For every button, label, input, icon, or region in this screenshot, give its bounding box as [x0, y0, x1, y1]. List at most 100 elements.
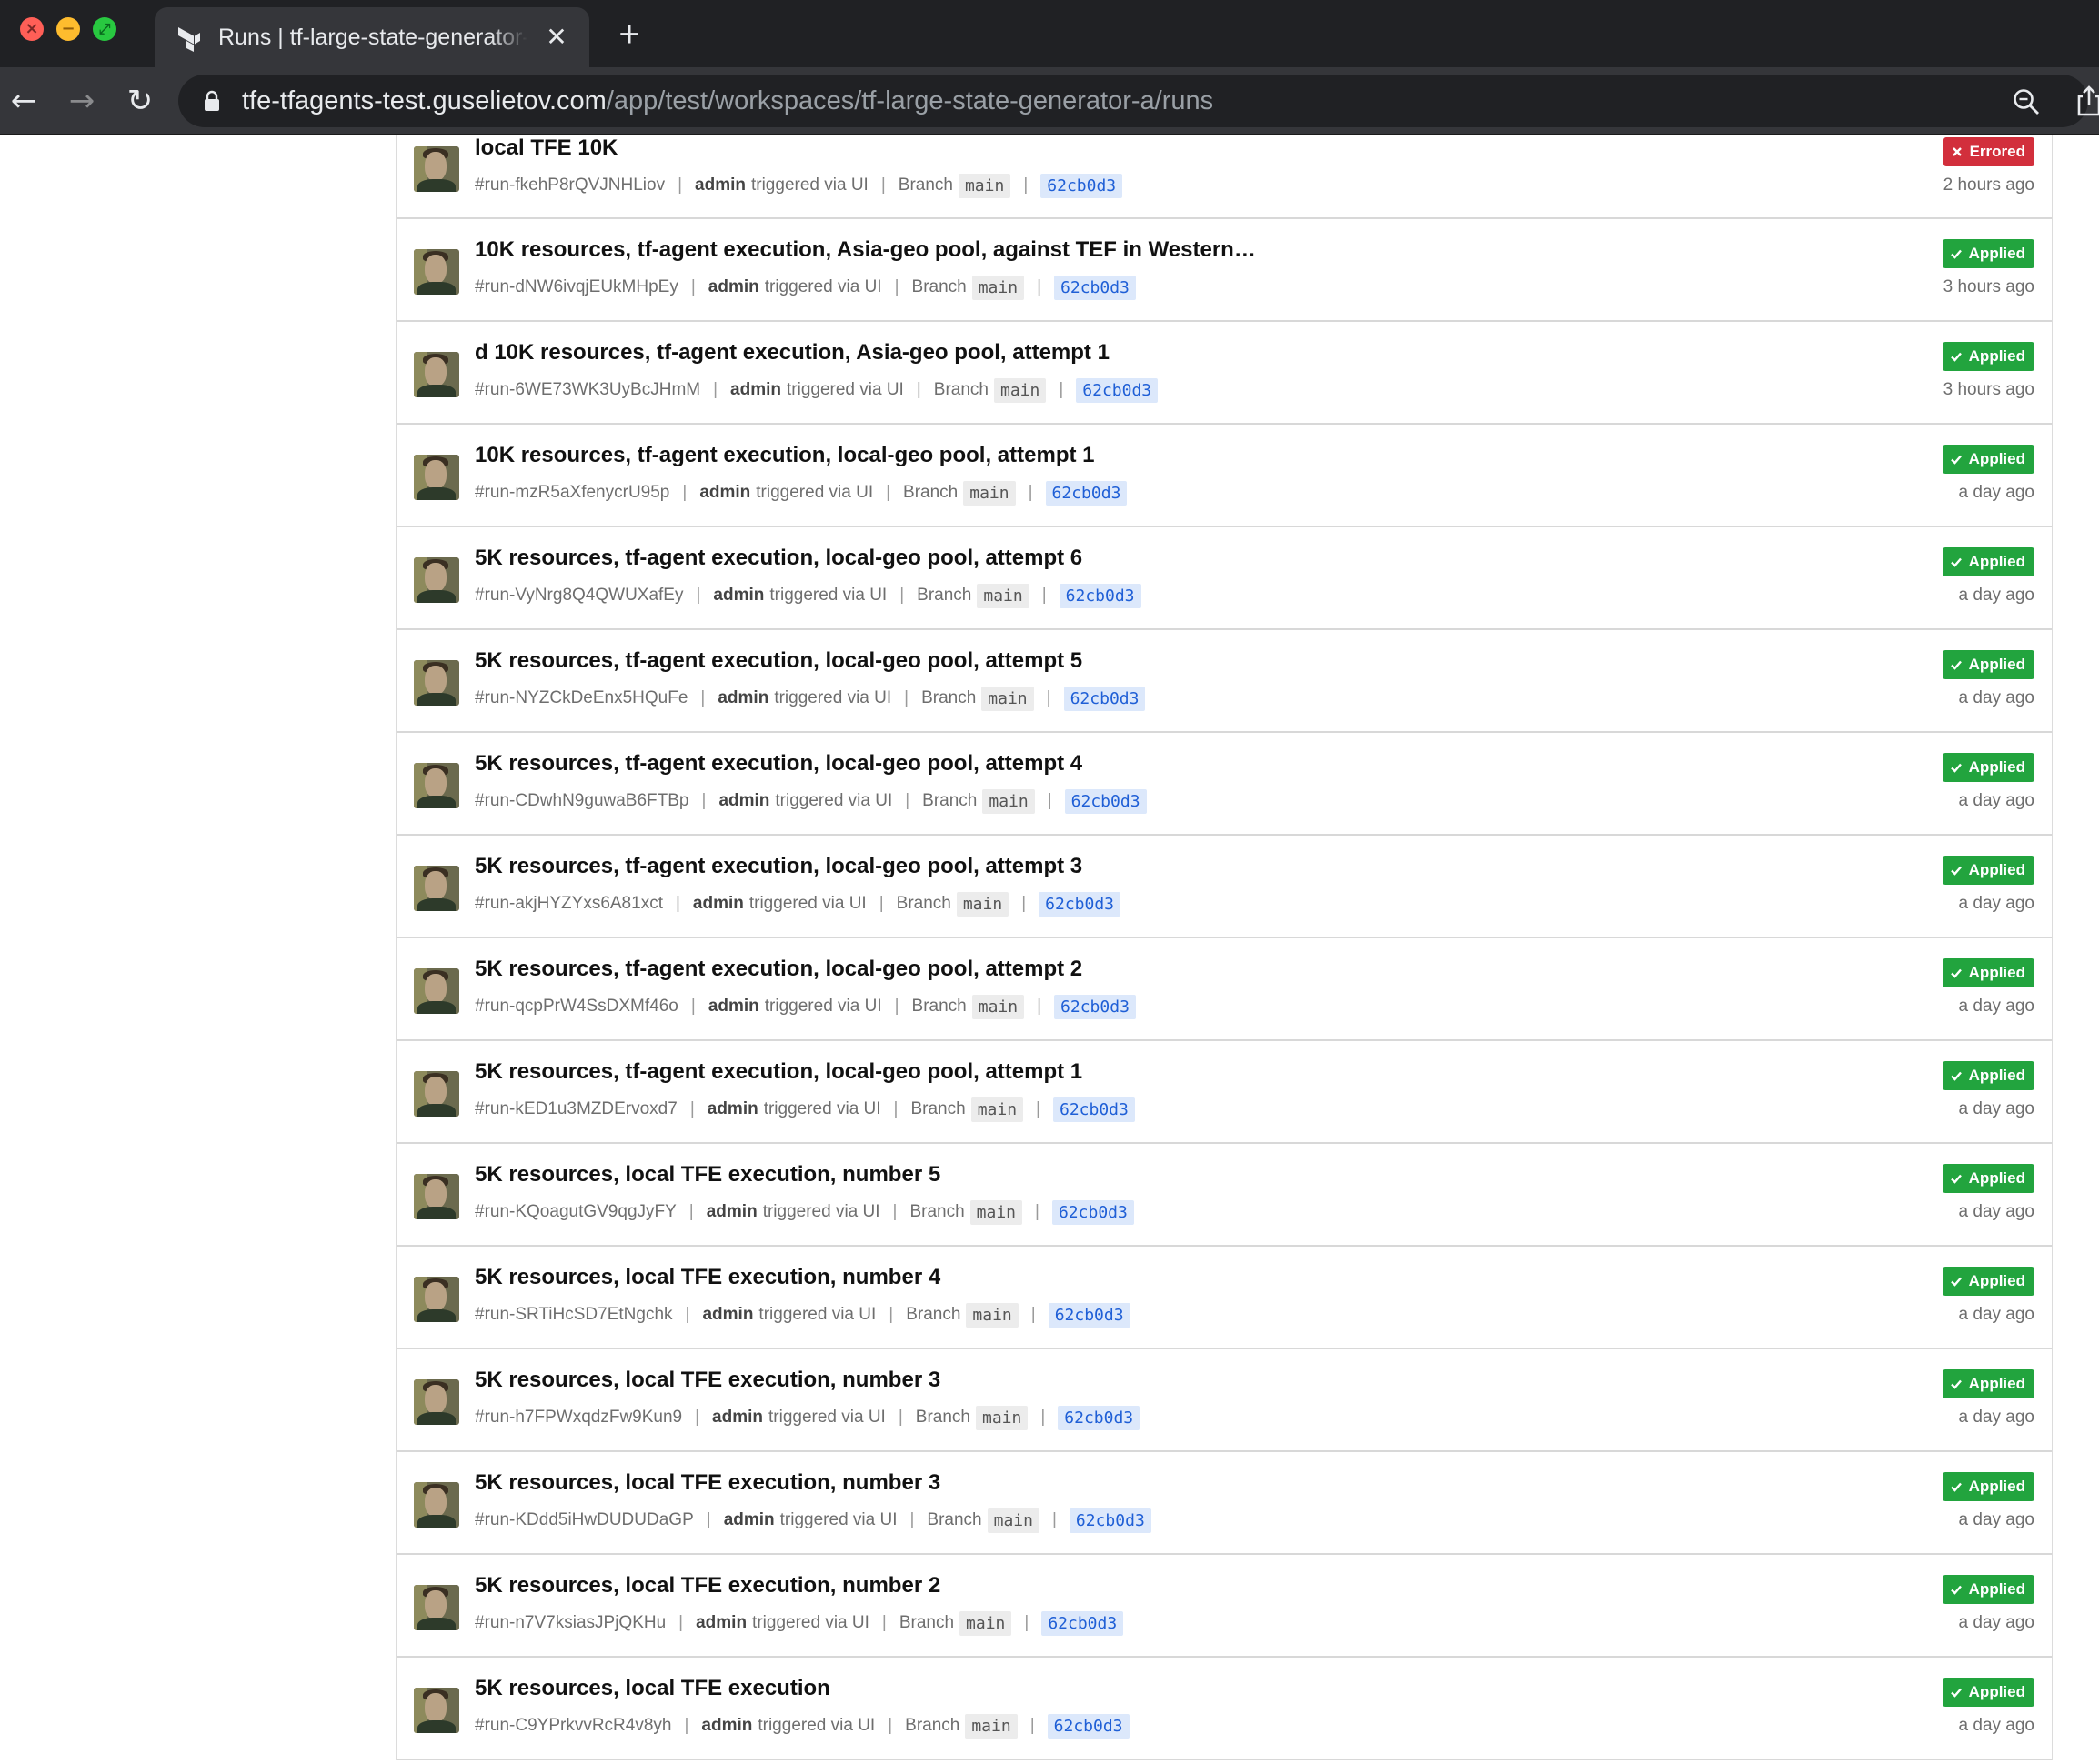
- run-meta: #run-NYZCkDeEnx5HQuFe | admin triggered …: [475, 685, 1146, 712]
- run-title[interactable]: 5K resources, local TFE execution, numbe…: [475, 1263, 940, 1292]
- run-id[interactable]: #run-fkehP8rQVJNHLiov: [475, 175, 665, 195]
- commit-sha-link[interactable]: 62cb0d3: [1063, 686, 1146, 711]
- share-icon[interactable]: [2075, 85, 2099, 116]
- status-badge: Applied: [1942, 1061, 2034, 1090]
- avatar: [414, 660, 459, 706]
- run-title[interactable]: 5K resources, tf-agent execution, local-…: [475, 1057, 1082, 1087]
- run-id[interactable]: #run-KDdd5iHwDUDUDaGP: [475, 1510, 694, 1530]
- run-title[interactable]: 5K resources, local TFE execution, numbe…: [475, 1160, 940, 1189]
- commit-sha-link[interactable]: 62cb0d3: [1041, 1610, 1124, 1636]
- run-title[interactable]: 5K resources, tf-agent execution, local-…: [475, 852, 1082, 881]
- run-row[interactable]: 10K resources, tf-agent execution, Asia-…: [397, 219, 2052, 322]
- new-tab-button[interactable]: +: [611, 16, 648, 53]
- run-id[interactable]: #run-n7V7ksiasJPjQKHu: [475, 1613, 666, 1633]
- run-row[interactable]: 5K resources, tf-agent execution, local-…: [397, 938, 2052, 1041]
- back-arrow-icon[interactable]: ←: [4, 81, 44, 121]
- address-bar[interactable]: tfe-tfagents-test.guselietov.com/app/tes…: [178, 75, 2099, 127]
- run-row[interactable]: 5K resources, local TFE execution, numbe…: [397, 1452, 2052, 1555]
- run-time: 3 hours ago: [1943, 277, 2034, 296]
- avatar: [414, 352, 459, 397]
- separator: |: [899, 586, 905, 605]
- run-id[interactable]: #run-KQoagutGV9qgJyFY: [475, 1202, 677, 1222]
- run-row[interactable]: d 10K resources, tf-agent execution, Asi…: [397, 322, 2052, 425]
- run-id[interactable]: #run-qcpPrW4SsDXMf46o: [475, 997, 678, 1017]
- status-badge: Applied: [1942, 650, 2034, 679]
- triggered-via-text: triggered via UI: [768, 1408, 886, 1427]
- commit-sha-link[interactable]: 62cb0d3: [1048, 1302, 1130, 1328]
- run-row[interactable]: 5K resources, local TFE execution, numbe…: [397, 1349, 2052, 1452]
- commit-sha-link[interactable]: 62cb0d3: [1069, 1508, 1151, 1533]
- commit-sha-link[interactable]: 62cb0d3: [1054, 994, 1136, 1019]
- run-title[interactable]: 5K resources, local TFE execution, numbe…: [475, 1571, 940, 1600]
- run-title[interactable]: 5K resources, tf-agent execution, local-…: [475, 955, 1082, 984]
- run-row[interactable]: 5K resources, tf-agent execution, local-…: [397, 630, 2052, 733]
- run-user: admin: [695, 175, 746, 195]
- window-close-button[interactable]: ×: [20, 17, 44, 41]
- commit-sha-link[interactable]: 62cb0d3: [1051, 1199, 1134, 1225]
- run-title[interactable]: 10K resources, tf-agent execution, local…: [475, 441, 1094, 470]
- run-row[interactable]: 5K resources, local TFE execution, numbe…: [397, 1247, 2052, 1349]
- run-id[interactable]: #run-SRTiHcSD7EtNgchk: [475, 1305, 673, 1325]
- run-time: a day ago: [1958, 483, 2034, 502]
- check-icon: [1950, 1482, 1962, 1492]
- run-title[interactable]: 5K resources, tf-agent execution, local-…: [475, 646, 1082, 676]
- commit-sha-link[interactable]: 62cb0d3: [1054, 275, 1136, 300]
- run-title[interactable]: 5K resources, local TFE execution, numbe…: [475, 1468, 940, 1498]
- run-row[interactable]: 5K resources, tf-agent execution, local-…: [397, 527, 2052, 630]
- commit-sha-link[interactable]: 62cb0d3: [1039, 891, 1120, 917]
- commit-sha-link[interactable]: 62cb0d3: [1040, 173, 1123, 198]
- commit-sha-link[interactable]: 62cb0d3: [1059, 583, 1141, 608]
- window-fullscreen-button[interactable]: ⤢: [93, 17, 116, 41]
- runs-page: local TFE 10K #run-fkehP8rQVJNHLiov | ad…: [0, 135, 2099, 1764]
- branch-name: main: [982, 788, 1035, 814]
- run-title[interactable]: 5K resources, tf-agent execution, local-…: [475, 544, 1082, 573]
- run-title[interactable]: d 10K resources, tf-agent execution, Asi…: [475, 338, 1110, 367]
- commit-sha-link[interactable]: 62cb0d3: [1045, 480, 1128, 506]
- commit-sha-link[interactable]: 62cb0d3: [1047, 1713, 1130, 1739]
- browser-tab-active[interactable]: Runs | tf-large-state-generator-a ✕: [155, 7, 589, 67]
- run-id[interactable]: #run-C9YPrkvvRcR4v8yh: [475, 1716, 671, 1736]
- separator: |: [678, 175, 683, 195]
- url-text[interactable]: tfe-tfagents-test.guselietov.com/app/tes…: [242, 85, 1213, 116]
- commit-sha-link[interactable]: 62cb0d3: [1052, 1097, 1135, 1122]
- run-time: a day ago: [1958, 1408, 2034, 1427]
- run-id[interactable]: #run-NYZCkDeEnx5HQuFe: [475, 688, 688, 708]
- run-id[interactable]: #run-dNW6ivqjEUkMHpEy: [475, 277, 678, 297]
- tab-close-icon[interactable]: ✕: [540, 21, 573, 54]
- triggered-via-text: triggered via UI: [756, 483, 874, 502]
- run-id[interactable]: #run-kED1u3MZDErvoxd7: [475, 1099, 678, 1119]
- separator: |: [1046, 688, 1051, 707]
- run-row[interactable]: 5K resources, local TFE execution, numbe…: [397, 1555, 2052, 1658]
- forward-arrow-icon[interactable]: →: [62, 81, 102, 121]
- check-icon: [1950, 660, 1962, 670]
- branch-label: Branch: [915, 1408, 970, 1427]
- branch-name: main: [977, 583, 1029, 608]
- run-id[interactable]: #run-akjHYZYxs6A81xct: [475, 894, 663, 914]
- run-row[interactable]: 10K resources, tf-agent execution, local…: [397, 425, 2052, 527]
- reload-icon[interactable]: ↻: [120, 81, 160, 121]
- run-row[interactable]: 5K resources, local TFE execution, numbe…: [397, 1144, 2052, 1247]
- commit-sha-link[interactable]: 62cb0d3: [1076, 377, 1159, 403]
- run-id[interactable]: #run-h7FPWxqdzFw9Kun9: [475, 1408, 682, 1428]
- run-row[interactable]: 5K resources, tf-agent execution, local-…: [397, 1041, 2052, 1144]
- run-row[interactable]: local TFE 10K #run-fkehP8rQVJNHLiov | ad…: [397, 135, 2052, 219]
- run-title[interactable]: 10K resources, tf-agent execution, Asia-…: [475, 236, 1256, 265]
- run-title[interactable]: 5K resources, local TFE execution: [475, 1674, 830, 1703]
- run-title[interactable]: 5K resources, local TFE execution, numbe…: [475, 1366, 940, 1395]
- run-title[interactable]: 5K resources, tf-agent execution, local-…: [475, 749, 1082, 778]
- run-row[interactable]: 5K resources, local TFE execution #run-C…: [397, 1658, 2052, 1760]
- run-id[interactable]: #run-mzR5aXfenycrU95p: [475, 483, 669, 503]
- avatar: [414, 866, 459, 911]
- zoom-icon[interactable]: [2012, 87, 2041, 116]
- run-title[interactable]: local TFE 10K: [475, 135, 618, 163]
- commit-sha-link[interactable]: 62cb0d3: [1058, 1405, 1140, 1430]
- status-label: Applied: [1968, 758, 2025, 776]
- run-row[interactable]: 5K resources, tf-agent execution, local-…: [397, 733, 2052, 836]
- window-minimize-button[interactable]: −: [56, 17, 80, 41]
- commit-sha-link[interactable]: 62cb0d3: [1064, 788, 1147, 814]
- run-id[interactable]: #run-6WE73WK3UyBcJHmM: [475, 380, 700, 400]
- run-row[interactable]: 5K resources, tf-agent execution, local-…: [397, 836, 2052, 938]
- run-id[interactable]: #run-CDwhN9guwaB6FTBp: [475, 791, 689, 811]
- run-id[interactable]: #run-VyNrg8Q4QWUXafEy: [475, 586, 683, 606]
- minus-icon: −: [61, 19, 75, 38]
